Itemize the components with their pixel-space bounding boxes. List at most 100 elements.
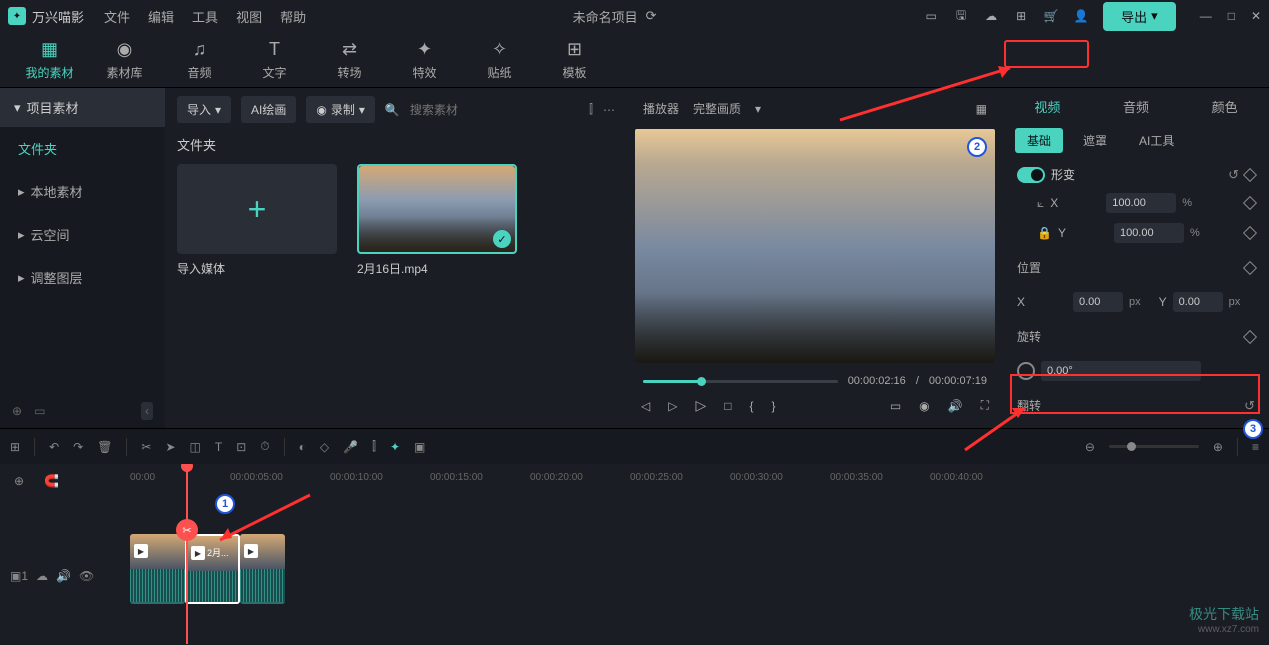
link-icon[interactable]: ⟀: [1037, 196, 1044, 211]
subtab-basic[interactable]: 基础: [1015, 128, 1063, 153]
prop-tab-video[interactable]: 视频: [1003, 88, 1092, 124]
export-button[interactable]: 导出▾: [1103, 2, 1176, 31]
mute-icon[interactable]: 🔊: [56, 569, 71, 583]
import-tile[interactable]: + 导入媒体: [177, 164, 337, 277]
cart-icon[interactable]: 🛒: [1043, 8, 1059, 24]
px-input[interactable]: [1073, 292, 1123, 312]
fullscreen-icon[interactable]: ⛶: [981, 398, 989, 413]
grid-icon[interactable]: ⊞: [10, 440, 20, 454]
tab-text[interactable]: T文字: [237, 39, 312, 81]
crop-icon[interactable]: ◫: [190, 440, 201, 454]
search-input[interactable]: [410, 103, 530, 117]
keyframe-icon[interactable]: [1243, 167, 1257, 181]
add-track-icon[interactable]: ⊕: [14, 474, 24, 488]
keyframe-icon[interactable]: [1243, 260, 1257, 274]
mosaic-icon[interactable]: ⊡: [236, 440, 246, 454]
prop-tab-audio[interactable]: 音频: [1092, 88, 1181, 124]
video-preview[interactable]: 2: [635, 129, 995, 363]
cloud-track-icon[interactable]: ☁: [36, 569, 48, 583]
subtab-mask[interactable]: 遮罩: [1071, 128, 1119, 153]
ai-cut-icon[interactable]: ✦: [390, 440, 400, 454]
mic-icon[interactable]: 🎤: [343, 440, 358, 454]
ai-paint-button[interactable]: AI绘画: [241, 96, 296, 123]
reset-icon[interactable]: ↺: [1244, 398, 1255, 414]
filter-icon[interactable]: ⫿: [589, 102, 593, 117]
visibility-icon[interactable]: 👁: [79, 569, 94, 583]
prev-frame-icon[interactable]: ◁: [641, 399, 650, 413]
mark-icon[interactable]: ▣: [414, 440, 425, 454]
progress-bar[interactable]: [643, 380, 838, 383]
delete-icon[interactable]: 🗑: [97, 440, 112, 454]
volume-icon[interactable]: 🔊: [948, 399, 963, 413]
zoom-out-icon[interactable]: ⊖: [1085, 440, 1095, 454]
playhead[interactable]: [186, 464, 188, 644]
menu-edit[interactable]: 编辑: [148, 7, 174, 26]
snapshot-icon[interactable]: ◉: [919, 399, 929, 413]
menu-file[interactable]: 文件: [104, 7, 130, 26]
new-folder-icon[interactable]: ⊕: [12, 404, 22, 418]
sidebar-item-adjust[interactable]: ▸调整图层: [0, 256, 165, 299]
maximize-button[interactable]: □: [1228, 9, 1235, 23]
rotate-input[interactable]: [1041, 361, 1201, 381]
chevron-down-icon[interactable]: ▾: [755, 102, 761, 116]
video-track-icon[interactable]: ▣1: [10, 569, 28, 583]
tab-sticker[interactable]: ✧贴纸: [462, 39, 537, 81]
record-button[interactable]: ◉录制▾: [306, 96, 375, 123]
sidebar-item-local[interactable]: ▸本地素材: [0, 170, 165, 213]
minimize-button[interactable]: —: [1200, 9, 1212, 23]
py-input[interactable]: [1173, 292, 1223, 312]
lock-icon[interactable]: 🔒: [1037, 226, 1052, 240]
more-icon[interactable]: ⋯: [603, 103, 615, 117]
keyframe-tool-icon[interactable]: ◇: [320, 440, 329, 454]
pointer-icon[interactable]: ➤: [165, 440, 175, 454]
split-handle-icon[interactable]: ✂: [176, 519, 198, 541]
list-icon[interactable]: ≡: [1252, 440, 1259, 454]
display-icon[interactable]: ▭: [890, 399, 901, 413]
timeline-clip-selected[interactable]: ▶2月...: [185, 534, 240, 604]
menu-tools[interactable]: 工具: [192, 7, 218, 26]
menu-help[interactable]: 帮助: [280, 7, 306, 26]
cut-icon[interactable]: ✂: [141, 440, 151, 454]
user-icon[interactable]: 👤: [1073, 8, 1089, 24]
bracket-out-icon[interactable]: }: [772, 399, 776, 413]
tab-audio[interactable]: ♫音频: [162, 39, 237, 81]
image-icon[interactable]: ▦: [976, 102, 987, 116]
zoom-slider[interactable]: [1109, 445, 1199, 448]
undo-icon[interactable]: ↶: [49, 440, 59, 454]
next-frame-icon[interactable]: ▷: [668, 399, 677, 413]
sidebar-head[interactable]: ▾项目素材: [0, 88, 165, 127]
import-button[interactable]: 导入▾: [177, 96, 231, 123]
text-tool-icon[interactable]: T: [215, 440, 222, 454]
play-icon[interactable]: ▷: [695, 397, 706, 414]
magnet-icon[interactable]: 🧲: [44, 474, 59, 488]
folder-icon[interactable]: ▭: [34, 404, 45, 418]
timeline-clip[interactable]: ▶: [240, 534, 285, 604]
transform-toggle[interactable]: [1017, 167, 1045, 183]
zoom-in-icon[interactable]: ⊕: [1213, 440, 1223, 454]
media-clip[interactable]: ✓ 2月16日.mp4: [357, 164, 517, 277]
sidebar-item-cloud[interactable]: ▸云空间: [0, 213, 165, 256]
tab-my-media[interactable]: ▦我的素材: [12, 39, 87, 81]
y-input[interactable]: [1114, 223, 1184, 243]
subtab-ai[interactable]: AI工具: [1127, 128, 1186, 153]
sidebar-item-folder[interactable]: 文件夹: [0, 127, 165, 170]
reset-icon[interactable]: ↺: [1228, 167, 1239, 183]
collapse-icon[interactable]: ‹: [141, 402, 153, 420]
adjust-icon[interactable]: ⫿: [372, 439, 376, 454]
tab-effects[interactable]: ✦特效: [387, 39, 462, 81]
color-icon[interactable]: ◐: [299, 440, 306, 454]
apps-icon[interactable]: ⊞: [1013, 8, 1029, 24]
tab-template[interactable]: ⊞模板: [537, 39, 612, 81]
sync-icon[interactable]: ⟳: [646, 8, 657, 24]
tab-library[interactable]: ◉素材库: [87, 39, 162, 81]
x-input[interactable]: [1106, 193, 1176, 213]
speed-icon[interactable]: ⏱: [260, 439, 269, 454]
quality-select[interactable]: 完整画质: [693, 100, 741, 117]
menu-view[interactable]: 视图: [236, 7, 262, 26]
cloud-icon[interactable]: ☁: [983, 8, 999, 24]
close-button[interactable]: ✕: [1251, 9, 1261, 23]
redo-icon[interactable]: ↷: [73, 440, 83, 454]
bracket-in-icon[interactable]: {: [750, 399, 754, 413]
prop-tab-color[interactable]: 颜色: [1180, 88, 1269, 124]
save-icon[interactable]: 🖫: [953, 8, 969, 24]
